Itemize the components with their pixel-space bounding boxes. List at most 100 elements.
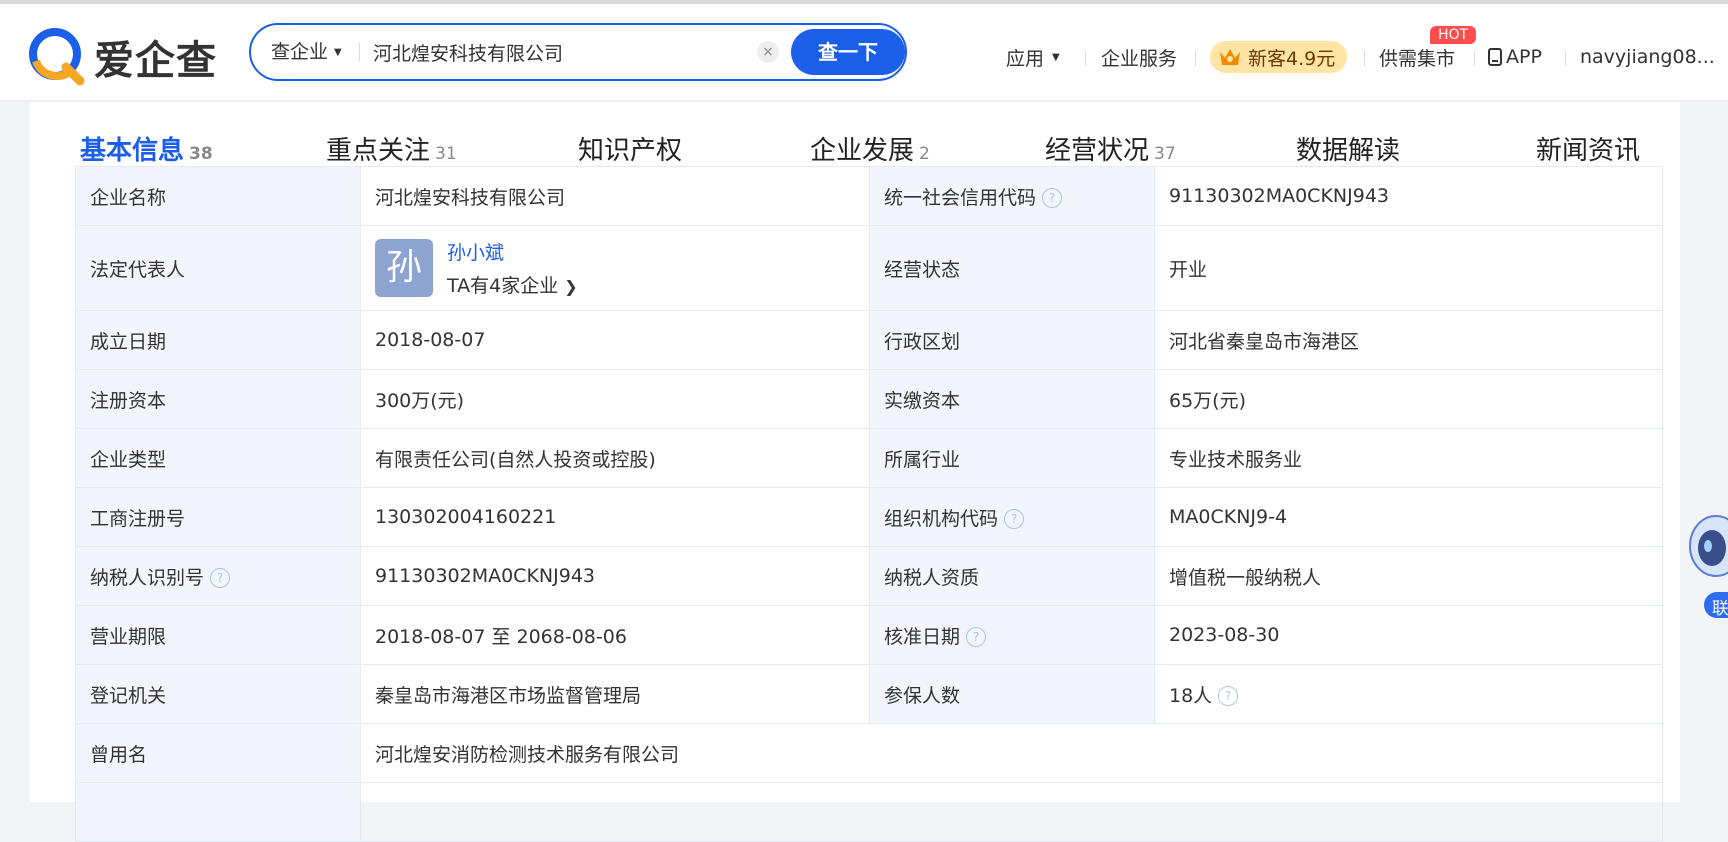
help-icon[interactable]: ? (210, 568, 231, 588)
search-type-label: 查企业 (271, 41, 329, 63)
region-label: 行政区划 (869, 310, 1155, 370)
company-type-label: 企业类型 (75, 428, 361, 488)
clear-icon[interactable]: × (757, 41, 779, 63)
search-type-select[interactable]: 查企业 ▼ (271, 25, 342, 79)
caret-down-icon: ▼ (334, 46, 342, 58)
table-row: 纳税人识别号? 91130302MA0CKNJ943 纳税人资质 增值税一般纳税… (75, 546, 1663, 606)
credit-code-label-cell: 统一社会信用代码? (869, 166, 1155, 226)
nav-divider (1474, 50, 1475, 66)
chevron-right-icon: ❯ (564, 277, 578, 296)
help-icon[interactable]: ? (966, 627, 987, 647)
search-input[interactable] (373, 35, 773, 69)
tab-label: 重点关注 (326, 136, 431, 166)
taxpayer-qual-value: 增值税一般纳税人 (1154, 546, 1663, 606)
paid-capital-value: 65万(元) (1154, 369, 1663, 429)
company-name-value: 河北煌安科技有限公司 (360, 166, 870, 226)
table-row: 曾用名 河北煌安消防检测技术服务有限公司 (75, 723, 1663, 783)
crown-icon (1218, 46, 1242, 68)
approve-date-label: 核准日期 (884, 625, 961, 648)
search-divider (359, 42, 360, 62)
tab-news[interactable]: 新闻资讯 (1536, 130, 1640, 167)
legal-rep-label: 法定代表人 (75, 225, 361, 311)
status-value: 开业 (1154, 225, 1663, 311)
authority-label: 登记机关 (75, 664, 361, 724)
table-row: 企业名称 河北煌安科技有限公司 统一社会信用代码? 91130302MA0CKN… (75, 166, 1663, 226)
status-label: 经营状态 (869, 225, 1155, 311)
insured-cell: 18人? (1154, 664, 1663, 724)
reg-no-label: 工商注册号 (75, 487, 361, 547)
approve-date-label-cell: 核准日期? (869, 605, 1155, 665)
tab-count: 38 (189, 144, 213, 164)
company-type-value: 有限责任公司(自然人投资或控股) (360, 428, 870, 488)
taxpayer-id-label-cell: 纳税人识别号? (75, 546, 361, 606)
magnifier-logo-icon (28, 27, 88, 87)
reg-capital-label: 注册资本 (75, 369, 361, 429)
caret-down-icon: ▼ (1052, 51, 1060, 63)
table-row: 登记机关 秦皇岛市海港区市场监督管理局 参保人数 18人? (75, 664, 1663, 724)
top-header: 爱企查 查企业 ▼ × 查一下 应用 ▼ 企业服务 新客4.9元 供需集市 HOT (0, 4, 1728, 100)
tab-label: 经营状况 (1045, 136, 1150, 166)
legal-rep-companies-link[interactable]: TA有4家企业 ❯ (447, 271, 578, 298)
insured-label: 参保人数 (869, 664, 1155, 724)
tab-label: 基本信息 (80, 136, 185, 166)
nav-app-label: APP (1506, 46, 1542, 68)
next-row-value (360, 782, 1663, 842)
table-row: 成立日期 2018-08-07 行政区划 河北省秦皇岛市海港区 (75, 310, 1663, 370)
tab-development[interactable]: 企业发展 2 (810, 130, 930, 167)
nav-market[interactable]: 供需集市 (1379, 42, 1455, 72)
tab-ip[interactable]: 知识产权 (578, 130, 682, 167)
help-icon[interactable]: ? (1042, 188, 1063, 208)
user-menu[interactable]: navyjiang08... (1580, 42, 1715, 72)
industry-value: 专业技术服务业 (1154, 428, 1663, 488)
industry-label: 所属行业 (869, 428, 1155, 488)
contact-label: 联 (1712, 599, 1728, 619)
table-row: 营业期限 2018-08-07 至 2068-08-06 核准日期? 2023-… (75, 605, 1663, 665)
nav-services-label: 企业服务 (1101, 47, 1178, 70)
legal-rep-name-link[interactable]: 孙小斌 (447, 238, 578, 265)
nav-divider (1364, 50, 1365, 66)
tab-key-focus[interactable]: 重点关注 31 (326, 130, 457, 167)
credit-code-label: 统一社会信用代码 (884, 186, 1037, 209)
org-code-label-cell: 组织机构代码? (869, 487, 1155, 547)
search-box: 查企业 ▼ × 查一下 (249, 23, 907, 81)
tab-basic-info[interactable]: 基本信息 38 (80, 130, 213, 167)
tab-label: 新闻资讯 (1536, 136, 1641, 166)
logo-text: 爱企查 (94, 38, 217, 84)
table-row: 法定代表人 孙 孙小斌 TA有4家企业 ❯ 经营状态 开业 (75, 225, 1663, 311)
company-name-label: 企业名称 (75, 166, 361, 226)
tab-data-insights[interactable]: 数据解读 (1296, 130, 1400, 167)
reg-no-value: 130302004160221 (360, 487, 870, 547)
search-button[interactable]: 查一下 (791, 29, 905, 75)
founded-value: 2018-08-07 (360, 310, 870, 370)
nav-apps[interactable]: 应用 ▼ (1006, 42, 1060, 72)
help-icon[interactable]: ? (1004, 509, 1025, 529)
tab-label: 企业发展 (810, 136, 915, 166)
nav-services[interactable]: 企业服务 (1101, 42, 1177, 72)
org-code-label: 组织机构代码 (884, 507, 999, 530)
insured-value: 18人 (1169, 684, 1213, 707)
help-icon[interactable]: ? (1218, 686, 1239, 706)
table-row: 工商注册号 130302004160221 组织机构代码? MA0CKNJ9-4 (75, 487, 1663, 547)
legal-rep-companies-label: TA有4家企业 (447, 275, 559, 297)
credit-code-value: 91130302MA0CKNJ943 (1154, 166, 1663, 226)
logo[interactable]: 爱企查 (28, 26, 217, 88)
section-tabs: 基本信息 38 重点关注 31 知识产权 企业发展 2 经营状况 37 数据解读 新闻资… (30, 102, 1680, 174)
former-name-value: 河北煌安消防检测技术服务有限公司 (360, 723, 1663, 783)
hot-badge: HOT (1430, 26, 1477, 44)
avatar[interactable]: 孙 (375, 239, 433, 297)
reg-capital-value: 300万(元) (360, 369, 870, 429)
taxpayer-qual-label: 纳税人资质 (869, 546, 1155, 606)
nav-app[interactable]: APP (1488, 42, 1542, 72)
nav-market-label: 供需集市 (1379, 47, 1456, 70)
table-row (75, 782, 1663, 842)
tab-count: 31 (435, 144, 457, 164)
tab-operations[interactable]: 经营状况 37 (1045, 130, 1176, 167)
term-value: 2018-08-07 至 2068-08-06 (360, 605, 870, 665)
term-label: 营业期限 (75, 605, 361, 665)
paid-capital-label: 实缴资本 (869, 369, 1155, 429)
promo-badge[interactable]: 新客4.9元 (1210, 41, 1348, 73)
tab-count: 37 (1154, 144, 1176, 164)
taxpayer-id-label: 纳税人识别号 (90, 566, 205, 589)
floating-assistant[interactable]: 联 (1672, 506, 1728, 626)
authority-value: 秦皇岛市海港区市场监督管理局 (360, 664, 870, 724)
